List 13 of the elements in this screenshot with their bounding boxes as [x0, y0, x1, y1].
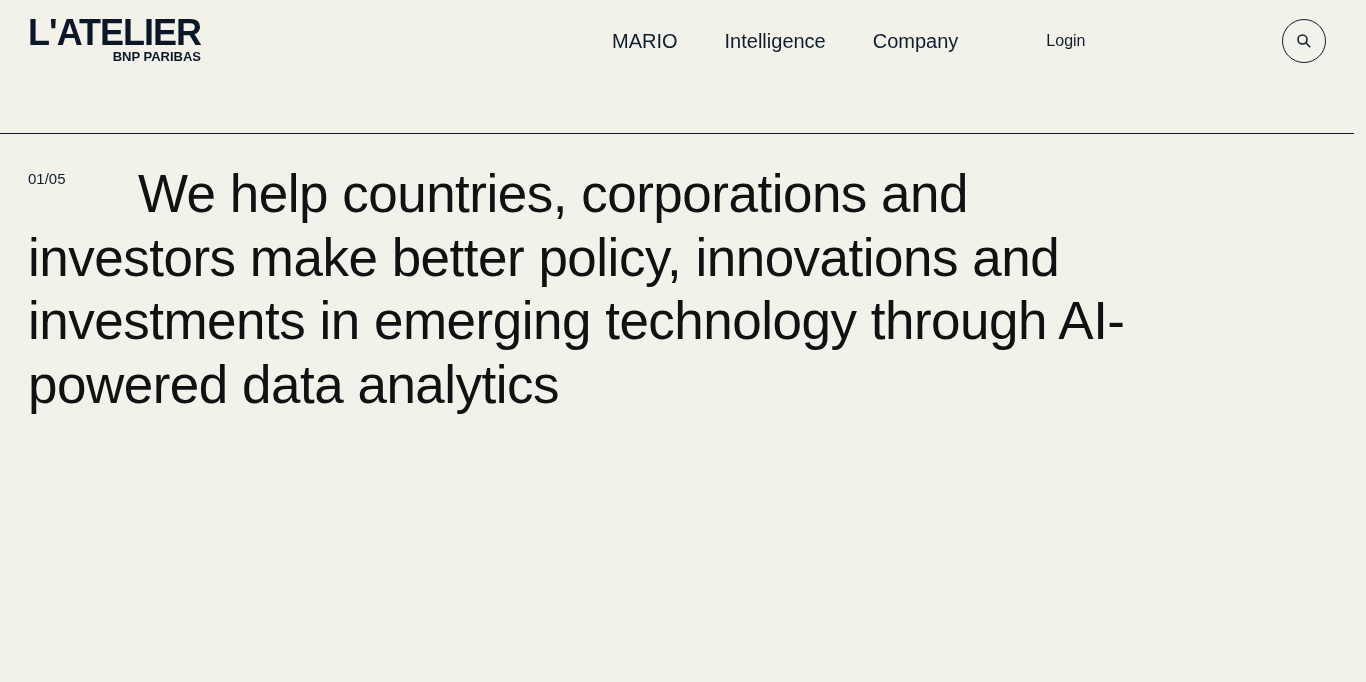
- login-link[interactable]: Login: [1046, 19, 1086, 63]
- nav-link[interactable]: Intelligence: [724, 29, 826, 53]
- search-icon: [1297, 34, 1311, 48]
- logo[interactable]: L'ATELIER BNP PARIBAS: [28, 17, 201, 64]
- slide-counter: 01/05: [28, 170, 67, 188]
- logo-wordmark: L'ATELIER: [28, 17, 201, 49]
- headline-line: investors make better policy, innovations and: [28, 226, 1060, 289]
- logo-subtitle: BNP PARIBAS: [112, 50, 201, 64]
- headline-line: powered data analytics: [28, 353, 560, 416]
- headline-line: investments in emerging technology through AI-: [28, 290, 1125, 352]
- nav-link[interactable]: Company: [872, 29, 959, 53]
- headline-line: We help countries, corporations and: [138, 163, 968, 225]
- nav-link[interactable]: MARIO: [612, 29, 678, 53]
